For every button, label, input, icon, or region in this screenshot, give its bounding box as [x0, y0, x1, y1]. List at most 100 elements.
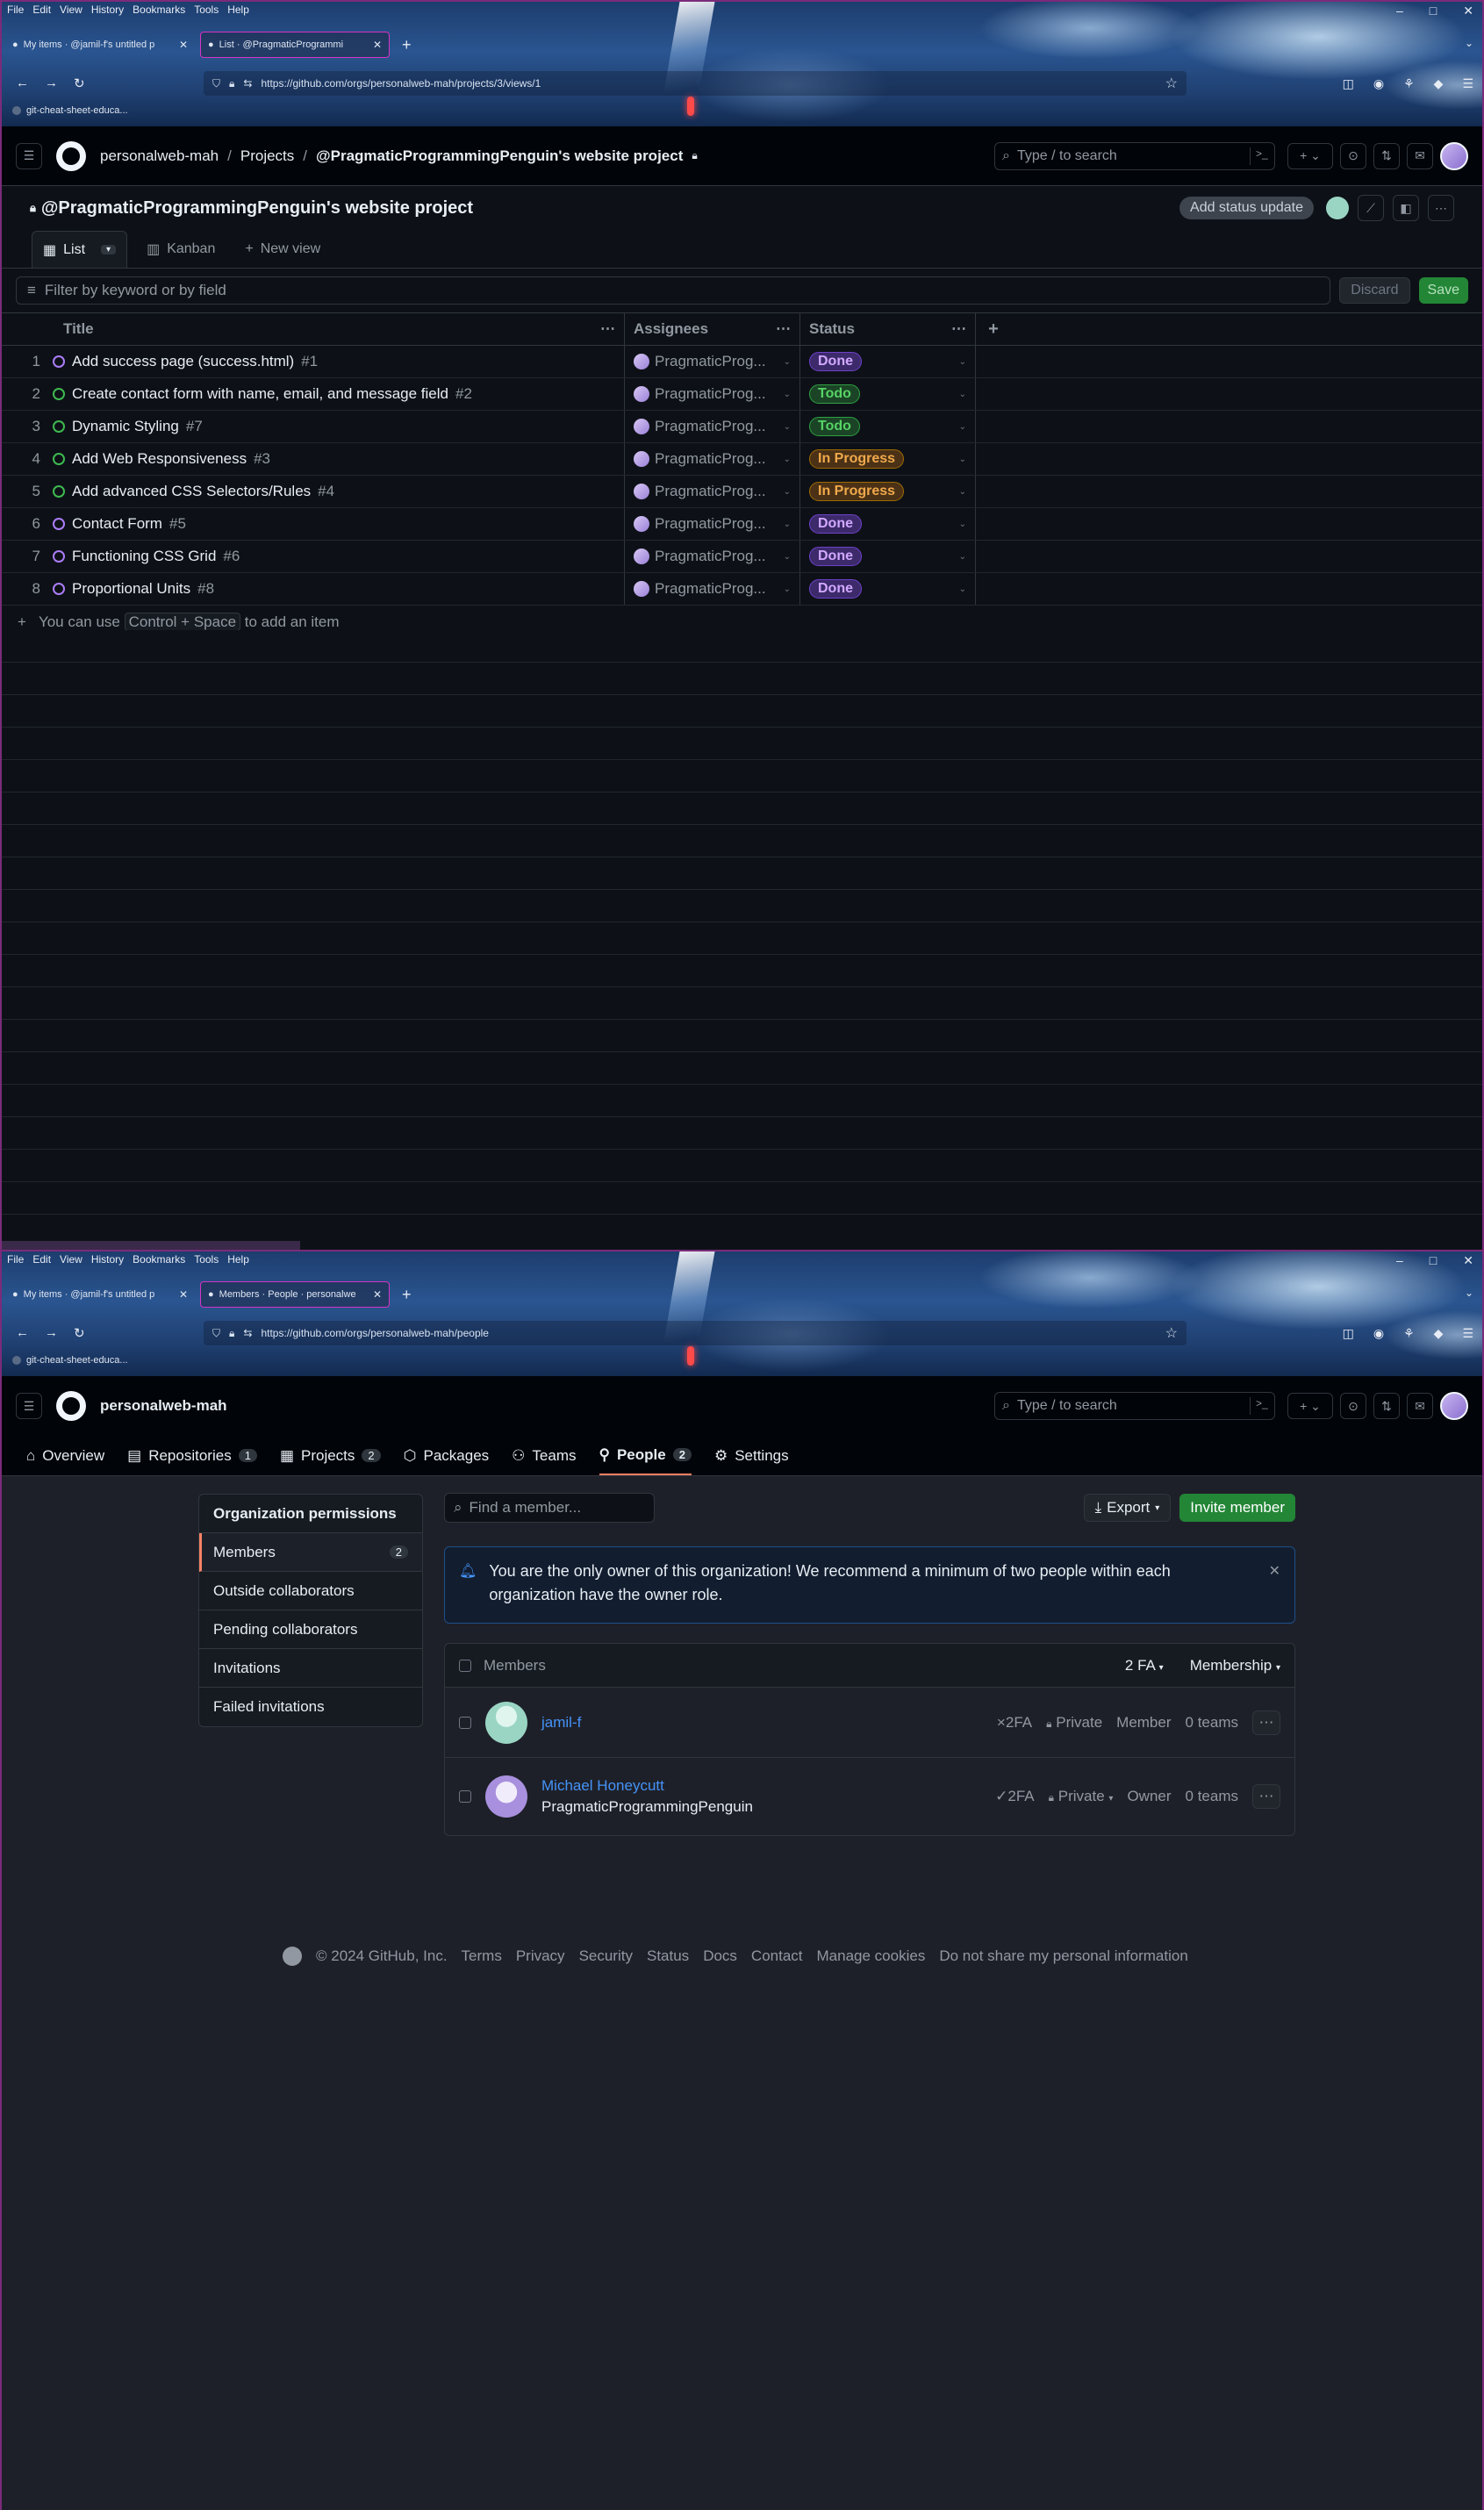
bookmark-item[interactable]: git-cheat-sheet-educa...	[26, 105, 128, 116]
add-status-update-button[interactable]: Add status update	[1179, 197, 1314, 219]
item-title[interactable]: Add advanced CSS Selectors/Rules	[72, 483, 311, 500]
close-tab-icon[interactable]: ✕	[179, 39, 188, 51]
table-row[interactable]: 3 Dynamic Styling #7 PragmaticProg... ⌄ Todo ⌄	[2, 411, 1482, 443]
bookmark-item[interactable]: git-cheat-sheet-educa...	[26, 1355, 128, 1366]
new-tab-icon[interactable]: +	[402, 1286, 412, 1304]
item-title[interactable]: Functioning CSS Grid	[72, 548, 216, 565]
menu-file[interactable]: File	[7, 1253, 24, 1266]
assignee-cell[interactable]: PragmaticProg... ⌄	[625, 443, 800, 475]
app-menu-icon[interactable]: ☰	[1462, 76, 1473, 91]
tab-settings[interactable]: ⚙ Settings	[714, 1436, 789, 1475]
maximize-icon[interactable]: □	[1430, 4, 1437, 18]
status-cell[interactable]: Todo ⌄	[800, 411, 976, 442]
column-menu-icon[interactable]: ⋯	[951, 320, 966, 338]
inbox-icon[interactable]: ✉	[1407, 142, 1433, 169]
hamburger-menu-icon[interactable]: ☰	[16, 142, 42, 169]
assignee-cell[interactable]: PragmaticProg... ⌄	[625, 346, 800, 377]
minimize-icon[interactable]: –	[1396, 4, 1403, 18]
chevron-down-icon[interactable]: ⌄	[959, 455, 966, 464]
account-icon[interactable]: ◉	[1373, 76, 1384, 91]
assignee-cell[interactable]: PragmaticProg... ⌄	[625, 411, 800, 442]
item-title[interactable]: Add success page (success.html)	[72, 353, 294, 370]
command-palette-icon[interactable]: >_	[1250, 1397, 1268, 1415]
invite-member-button[interactable]: Invite member	[1179, 1494, 1295, 1522]
browser-tab-list[interactable]: ● List · @PragmaticProgrammi ✕	[200, 32, 390, 58]
status-cell[interactable]: Todo ⌄	[800, 378, 976, 410]
filter-input[interactable]: ≡ Filter by keyword or by field	[16, 276, 1331, 305]
assignee-cell[interactable]: PragmaticProg... ⌄	[625, 541, 800, 572]
github-logo-icon[interactable]	[283, 1947, 302, 1966]
url-bar[interactable]: ⛉ 🔒︎ ⇆ https://github.com/orgs/personalw…	[204, 1321, 1186, 1345]
footer-link-do-not-share[interactable]: Do not share my personal information	[939, 1947, 1187, 1965]
close-tab-icon[interactable]: ✕	[373, 39, 382, 51]
select-all-checkbox[interactable]	[459, 1659, 471, 1672]
menu-view[interactable]: View	[60, 1253, 82, 1266]
browser-tab-my-items[interactable]: ● My items · @jamil-f's untitled p ✕	[5, 1281, 195, 1308]
item-title-cell[interactable]: Functioning CSS Grid #6	[49, 541, 625, 572]
extensions-icon[interactable]: ⚘	[1403, 1326, 1415, 1341]
issues-icon[interactable]: ⊙	[1340, 142, 1366, 169]
pocket-icon[interactable]: ◫	[1343, 1326, 1354, 1341]
teams-count[interactable]: 0 teams	[1186, 1788, 1238, 1805]
member-name-link[interactable]: Michael Honeycutt	[541, 1777, 753, 1795]
item-title[interactable]: Dynamic Styling	[72, 418, 179, 435]
footer-link-contact[interactable]: Contact	[751, 1947, 803, 1965]
table-row[interactable]: 2 Create contact form with name, email, a…	[2, 378, 1482, 411]
tab-new-view[interactable]: + New view	[234, 231, 331, 268]
footer-link-security[interactable]: Security	[579, 1947, 633, 1965]
teams-count[interactable]: 0 teams	[1186, 1714, 1238, 1732]
close-icon[interactable]: ✕	[1269, 1560, 1280, 1610]
add-field-icon[interactable]: +	[976, 313, 1011, 345]
app-menu-icon[interactable]: ☰	[1462, 1326, 1473, 1341]
status-cell[interactable]: Done ⌄	[800, 541, 976, 572]
reload-icon[interactable]: ↻	[74, 1325, 85, 1341]
tab-people[interactable]: ⚲ People 2	[599, 1436, 692, 1475]
pocket-icon[interactable]: ◫	[1343, 76, 1354, 91]
footer-link-cookies[interactable]: Manage cookies	[817, 1947, 926, 1965]
breadcrumb-org[interactable]: personalweb-mah	[100, 147, 219, 165]
member-name-link[interactable]: jamil-f	[541, 1714, 581, 1732]
reload-icon[interactable]: ↻	[74, 75, 85, 91]
new-tab-icon[interactable]: +	[402, 36, 412, 54]
extension-icon[interactable]: ◆	[1434, 1326, 1444, 1341]
status-cell[interactable]: Done ⌄	[800, 573, 976, 605]
account-icon[interactable]: ◉	[1373, 1326, 1384, 1341]
collaborator-avatar[interactable]	[1326, 197, 1349, 219]
menu-tools[interactable]: Tools	[194, 4, 219, 16]
lock-icon[interactable]: 🔒︎	[229, 77, 234, 90]
member-checkbox[interactable]	[459, 1790, 471, 1803]
column-menu-icon[interactable]: ⋯	[600, 320, 615, 338]
footer-link-terms[interactable]: Terms	[462, 1947, 502, 1965]
search-input[interactable]: ⌕ Type / to search >_	[994, 1392, 1275, 1420]
item-title-cell[interactable]: Proportional Units #8	[49, 573, 625, 605]
menu-help[interactable]: Help	[227, 4, 249, 16]
chevron-down-icon[interactable]: ⌄	[784, 455, 791, 464]
status-cell[interactable]: In Progress ⌄	[800, 443, 976, 475]
item-title-cell[interactable]: Add advanced CSS Selectors/Rules #4	[49, 476, 625, 507]
item-title[interactable]: Proportional Units	[72, 580, 190, 598]
tab-kanban[interactable]: ▥ Kanban	[136, 231, 226, 268]
item-title-cell[interactable]: Dynamic Styling #7	[49, 411, 625, 442]
filter-2fa-dropdown[interactable]: 2 FA ▾	[1125, 1657, 1164, 1675]
discard-button[interactable]: Discard	[1339, 277, 1410, 304]
item-title[interactable]: Create contact form with name, email, an…	[72, 385, 448, 403]
search-input[interactable]: ⌕ Type / to search >_	[994, 141, 1275, 170]
url-text[interactable]: https://github.com/orgs/personalweb-mah/…	[261, 77, 541, 90]
chevron-down-icon[interactable]: ⌄	[959, 552, 966, 562]
list-tabs-chevron-icon[interactable]: ⌄	[1465, 1287, 1473, 1299]
item-title-cell[interactable]: Create contact form with name, email, an…	[49, 378, 625, 410]
inbox-icon[interactable]: ✉	[1407, 1393, 1433, 1419]
issues-icon[interactable]: ⊙	[1340, 1393, 1366, 1419]
maximize-icon[interactable]: □	[1430, 1253, 1437, 1268]
close-window-icon[interactable]: ✕	[1463, 4, 1473, 18]
sidebar-item-failed-invitations[interactable]: Failed invitations	[199, 1688, 422, 1726]
breadcrumb-project[interactable]: @PragmaticProgrammingPenguin's website p…	[316, 147, 683, 165]
tab-overview[interactable]: ⌂ Overview	[26, 1436, 104, 1475]
hamburger-menu-icon[interactable]: ☰	[16, 1393, 42, 1419]
menu-history[interactable]: History	[91, 4, 124, 16]
pull-requests-icon[interactable]: ⇅	[1373, 142, 1400, 169]
browser-tab-my-items[interactable]: ● My items · @jamil-f's untitled p ✕	[5, 32, 195, 58]
item-title[interactable]: Contact Form	[72, 515, 162, 533]
create-new-button[interactable]: + ⌄	[1287, 1393, 1333, 1419]
footer-link-status[interactable]: Status	[647, 1947, 689, 1965]
